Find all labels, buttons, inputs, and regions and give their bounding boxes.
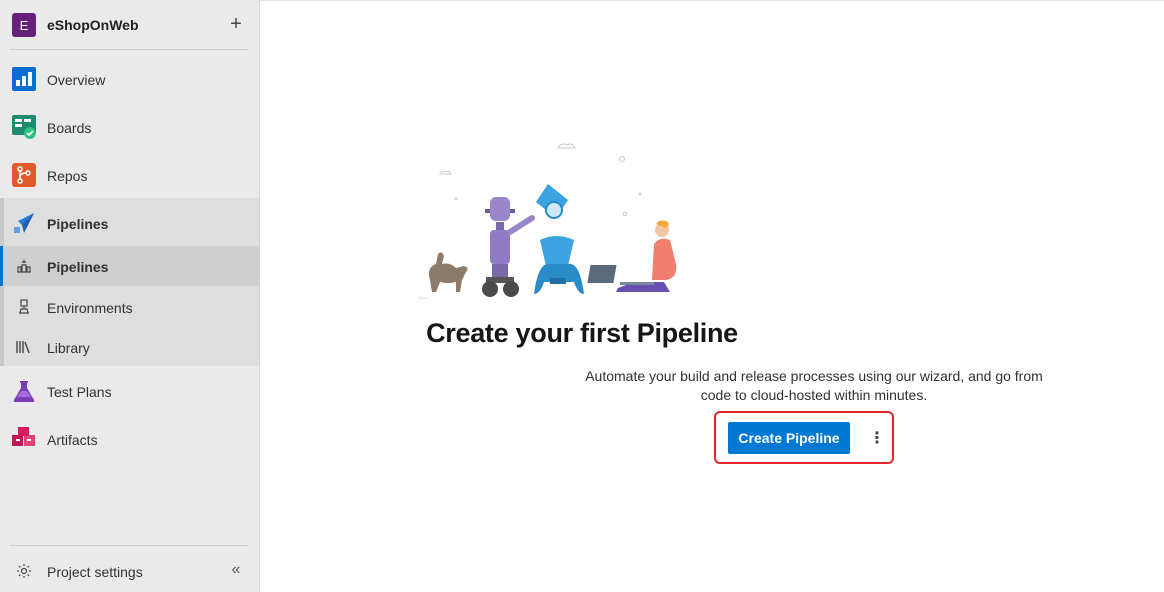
gear-icon xyxy=(17,564,31,578)
repos-icon xyxy=(12,163,36,187)
sidebar-subitem-pipelines[interactable]: Pipelines xyxy=(0,246,259,286)
sidebar-item-pipelines[interactable]: Pipelines xyxy=(0,204,259,242)
sidebar-item-artifacts[interactable]: Artifacts xyxy=(0,420,259,458)
page-description: Automate your build and release processe… xyxy=(585,368,1043,403)
create-pipeline-button[interactable]: Create Pipeline xyxy=(728,422,850,454)
boards-icon xyxy=(12,115,36,139)
artifacts-icon xyxy=(12,427,35,446)
sidebar-subitem-label: Environments xyxy=(47,300,133,316)
pipelines-list-icon xyxy=(17,260,31,273)
sidebar-item-repos[interactable]: Repos xyxy=(0,156,259,194)
divider xyxy=(10,49,248,50)
double-chevron-left-icon[interactable]: « xyxy=(226,560,246,580)
sidebar-item-label: Test Plans xyxy=(47,384,112,400)
project-header[interactable]: E eShopOnWeb + xyxy=(0,0,260,50)
selection-indicator xyxy=(0,246,3,286)
sidebar-subitem-label: Pipelines xyxy=(47,259,109,275)
sidebar-item-boards[interactable]: Boards xyxy=(0,108,259,146)
more-vertical-icon[interactable]: ⋮ xyxy=(866,427,888,449)
environments-icon xyxy=(19,299,29,314)
overview-icon xyxy=(12,67,36,91)
project-avatar: E xyxy=(12,13,36,37)
project-name[interactable]: eShopOnWeb xyxy=(47,17,139,33)
divider xyxy=(10,545,248,546)
sidebar-item-overview[interactable]: Overview xyxy=(0,60,259,98)
sidebar-item-label: Pipelines xyxy=(47,216,109,232)
sidebar-item-label: Artifacts xyxy=(47,432,98,448)
main-content xyxy=(260,0,1164,592)
pipeline-illustration xyxy=(418,143,677,300)
sidebar-item-label: Overview xyxy=(47,72,106,88)
sidebar-item-test-plans[interactable]: Test Plans xyxy=(0,372,259,410)
pipelines-icon xyxy=(14,213,34,233)
test-plans-icon xyxy=(13,381,35,402)
sidebar-item-label: Boards xyxy=(47,120,92,136)
page-title: Create your first Pipeline xyxy=(426,318,738,348)
sidebar: E eShopOnWeb + Overview Boards Repos Pip… xyxy=(0,0,260,592)
project-settings[interactable]: Project settings xyxy=(0,556,259,586)
plus-icon[interactable]: + xyxy=(226,12,246,36)
sidebar-item-label: Repos xyxy=(47,168,88,184)
project-settings-label: Project settings xyxy=(47,564,143,580)
